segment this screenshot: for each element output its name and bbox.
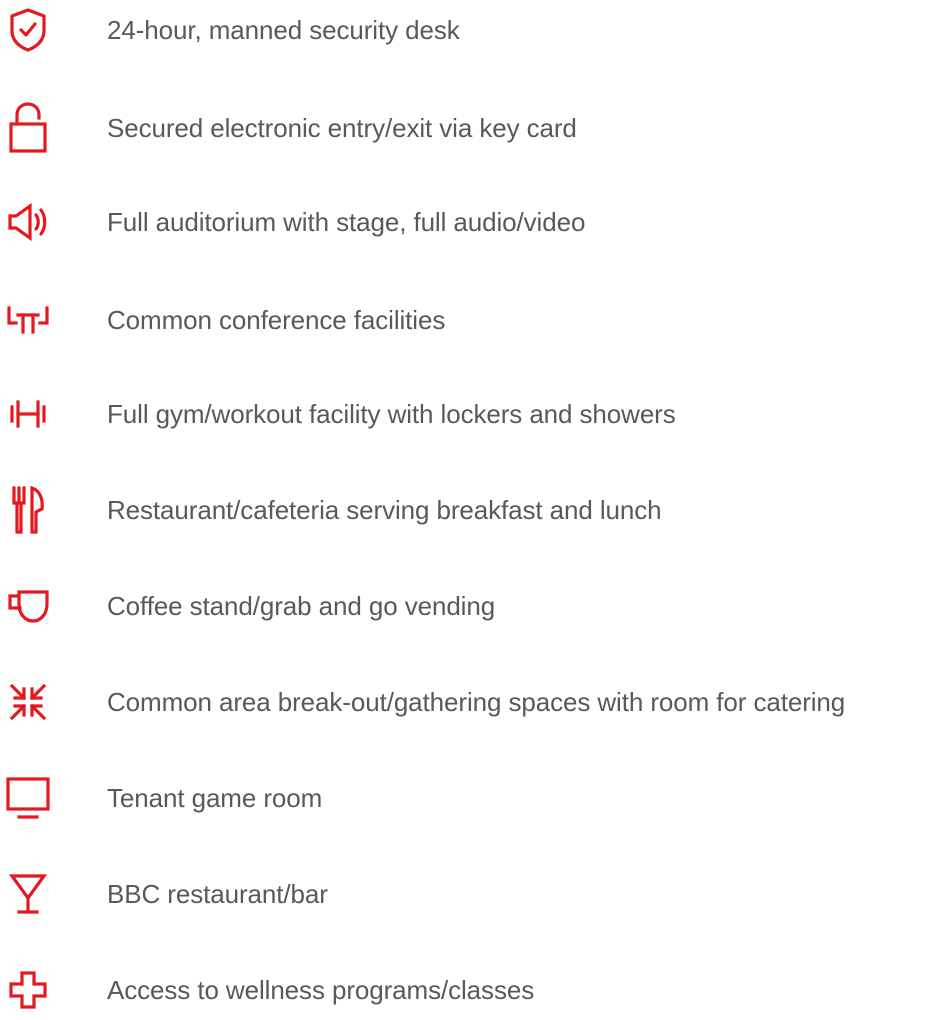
amenity-label: Common area break-out/gathering spaces w… [107, 687, 846, 717]
amenity-label: Secured electronic entry/exit via key ca… [107, 113, 577, 143]
amenity-item-coffee: Coffee stand/grab and go vending [0, 576, 946, 636]
coffee-cup-icon [4, 576, 52, 636]
shield-check-icon [4, 0, 52, 60]
amenity-label: BBC restaurant/bar [107, 879, 328, 909]
amenity-label: Tenant game room [107, 783, 323, 813]
medical-cross-icon [4, 960, 52, 1020]
amenity-item-conference: Common conference facilities [0, 290, 946, 350]
amenity-label: Coffee stand/grab and go vending [107, 591, 496, 621]
padlock-icon [4, 98, 52, 158]
speaker-icon [4, 192, 52, 252]
amenity-label: Common conference facilities [107, 305, 446, 335]
amenity-label: Access to wellness programs/classes [107, 975, 535, 1005]
amenity-item-bar: BBC restaurant/bar [0, 864, 946, 924]
cocktail-glass-icon [4, 864, 52, 924]
amenity-item-security: 24-hour, manned security desk [0, 0, 946, 60]
amenity-label: Restaurant/cafeteria serving breakfast a… [107, 495, 662, 525]
converge-arrows-icon [4, 672, 52, 732]
amenity-item-wellness: Access to wellness programs/classes [0, 960, 946, 1020]
amenity-item-gym: Full gym/workout facility with lockers a… [0, 384, 946, 444]
dumbbell-icon [4, 384, 52, 444]
amenity-item-restaurant: Restaurant/cafeteria serving breakfast a… [0, 480, 946, 540]
amenity-label: 24-hour, manned security desk [107, 15, 460, 45]
amenity-label: Full gym/workout facility with lockers a… [107, 399, 676, 429]
amenity-item-game-room: Tenant game room [0, 768, 946, 828]
amenity-item-gathering: Common area break-out/gathering spaces w… [0, 672, 946, 732]
amenity-label: Full auditorium with stage, full audio/v… [107, 207, 586, 237]
fork-knife-icon [4, 480, 52, 540]
conference-table-icon [4, 290, 52, 350]
amenity-item-entry: Secured electronic entry/exit via key ca… [0, 98, 946, 158]
amenity-item-auditorium: Full auditorium with stage, full audio/v… [0, 192, 946, 252]
monitor-icon [4, 768, 52, 828]
